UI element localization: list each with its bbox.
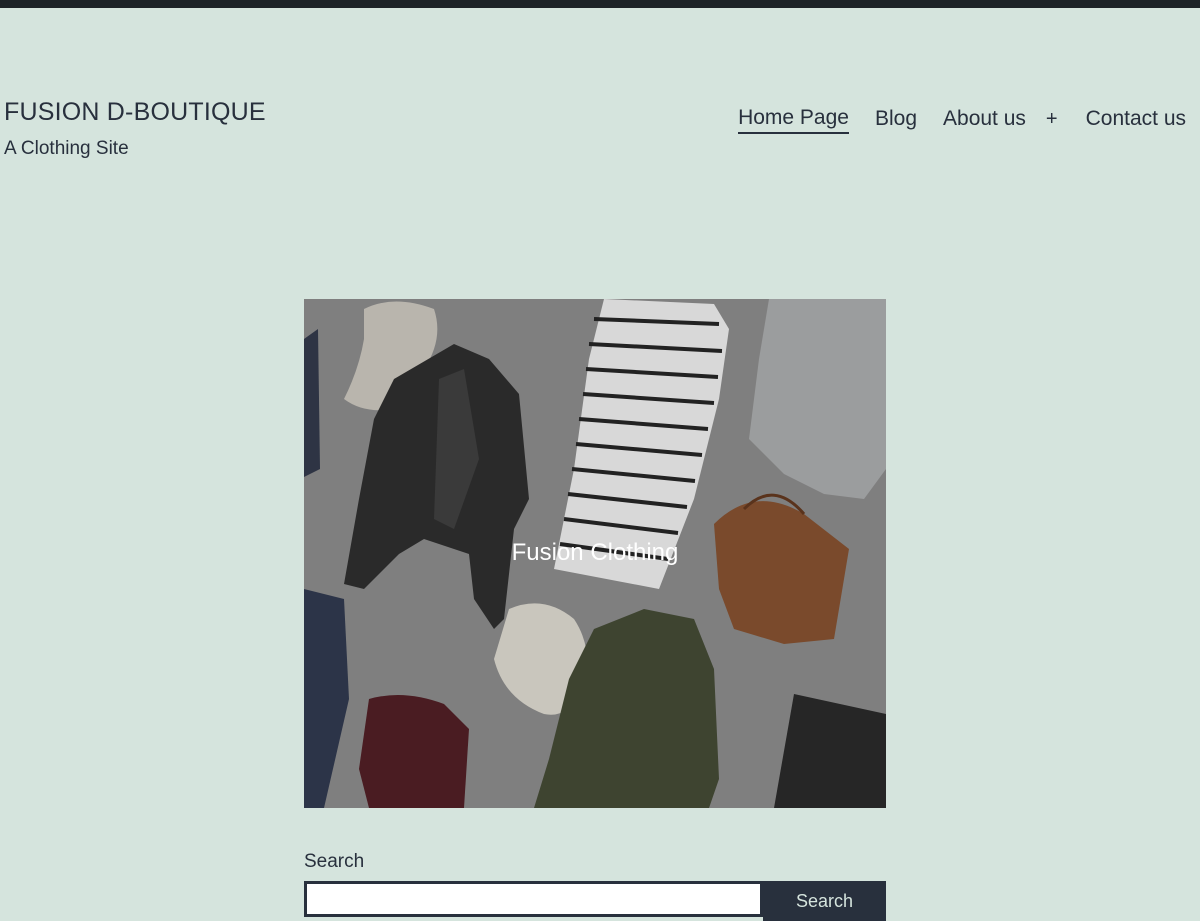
nav-item-about-us[interactable]: About us xyxy=(943,105,1026,133)
nav-item-blog[interactable]: Blog xyxy=(875,105,917,133)
search-label: Search xyxy=(304,851,365,872)
site-title[interactable]: FUSION D-BOUTIQUE xyxy=(4,96,266,128)
search-input[interactable] xyxy=(304,881,763,917)
submenu-expand-plus-icon[interactable]: + xyxy=(1046,105,1058,133)
nav-item-home-page[interactable]: Home Page xyxy=(738,104,849,134)
primary-navigation: Home Page Blog About us + Contact us xyxy=(738,104,1186,134)
site-tagline: A Clothing Site xyxy=(4,138,129,159)
search-button[interactable]: Search xyxy=(763,881,886,921)
cover-block: Fusion Clothing xyxy=(304,299,886,808)
admin-bar xyxy=(0,0,1200,8)
search-form: Search xyxy=(304,881,886,921)
nav-item-contact-us[interactable]: Contact us xyxy=(1086,105,1186,133)
site-branding: FUSION D-BOUTIQUE A Clothing Site xyxy=(4,96,266,161)
cover-heading: Fusion Clothing xyxy=(511,539,679,566)
